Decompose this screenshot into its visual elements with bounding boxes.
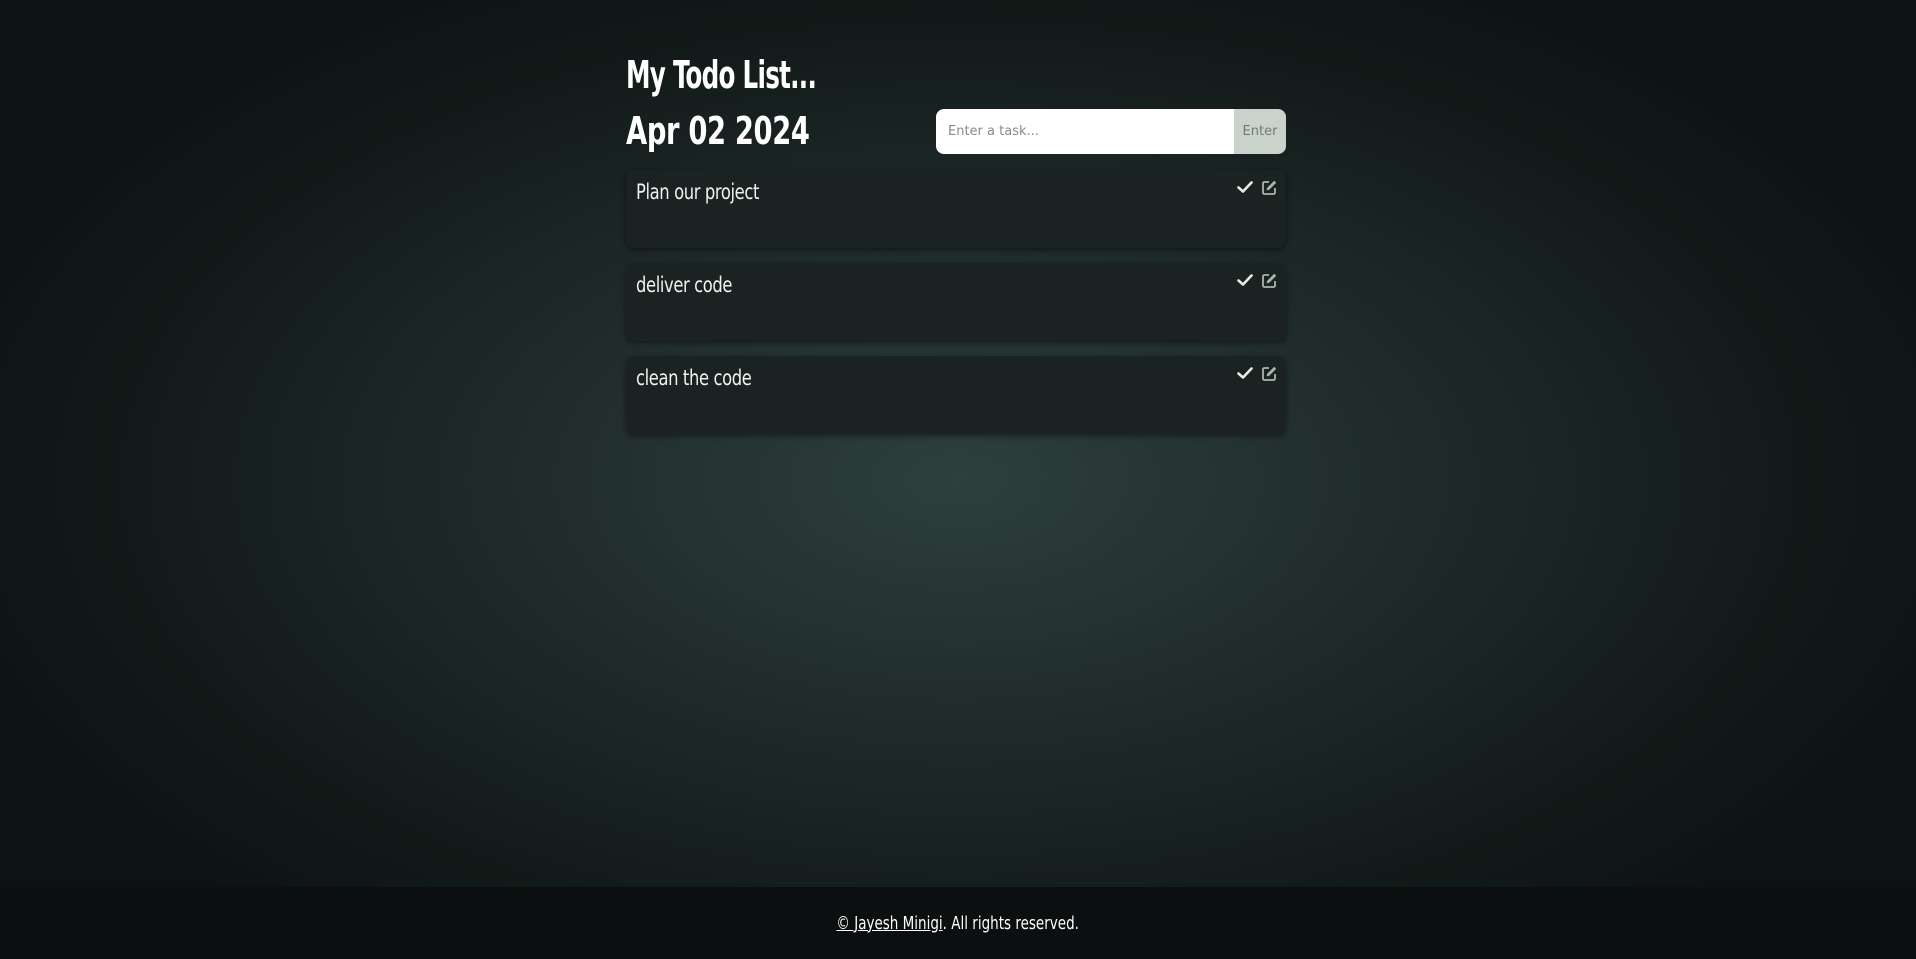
add-task-form: Enter xyxy=(936,108,1286,154)
footer: © Jayesh Minigi. All rights reserved. xyxy=(0,887,1916,959)
task-list: Plan our project deliver code clean the … xyxy=(626,170,1286,434)
task-text: deliver code xyxy=(636,273,733,297)
task-item: clean the code xyxy=(626,356,1286,434)
edit-icon[interactable] xyxy=(1260,271,1278,289)
author-link[interactable]: © Jayesh Minigi xyxy=(837,913,943,934)
task-text: Plan our project xyxy=(636,180,760,204)
current-date: Apr 02 2024 xyxy=(626,109,810,153)
task-text: clean the code xyxy=(636,366,752,390)
enter-button[interactable]: Enter xyxy=(1234,108,1286,154)
header-row: Apr 02 2024 Enter xyxy=(626,102,1286,160)
task-actions xyxy=(1236,364,1278,382)
rights-text: . All rights reserved. xyxy=(942,912,1080,934)
page-title: My Todo List... xyxy=(626,53,817,97)
task-actions xyxy=(1236,271,1278,289)
task-item: deliver code xyxy=(626,263,1286,341)
todo-app: My Todo List... Apr 02 2024 Enter Plan o… xyxy=(626,50,1286,449)
task-actions xyxy=(1236,178,1278,196)
edit-icon[interactable] xyxy=(1260,178,1278,196)
footer-text: © Jayesh Minigi. All rights reserved. xyxy=(837,913,1080,934)
check-icon[interactable] xyxy=(1236,271,1254,289)
check-icon[interactable] xyxy=(1236,364,1254,382)
task-item: Plan our project xyxy=(626,170,1286,248)
task-input[interactable] xyxy=(936,108,1234,154)
check-icon[interactable] xyxy=(1236,178,1254,196)
edit-icon[interactable] xyxy=(1260,364,1278,382)
